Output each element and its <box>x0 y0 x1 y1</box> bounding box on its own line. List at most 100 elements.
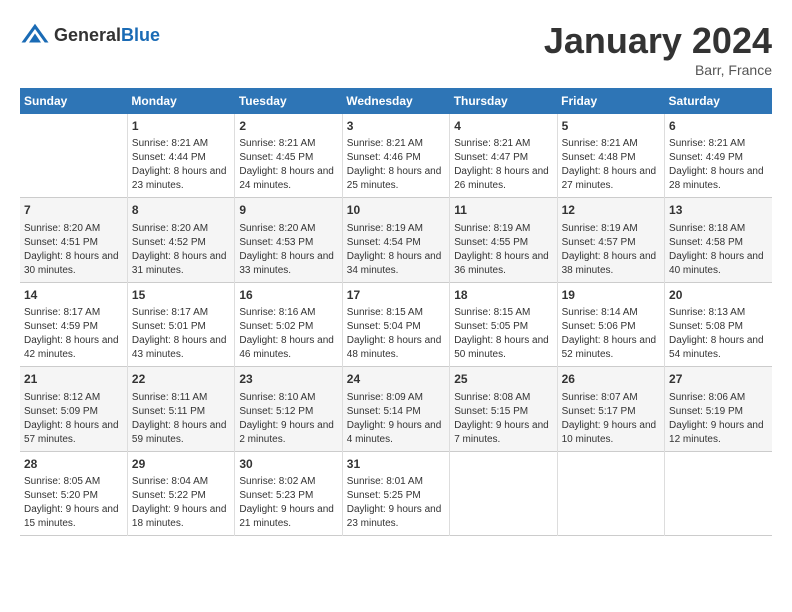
calendar-cell: 26Sunrise: 8:07 AMSunset: 5:17 PMDayligh… <box>557 367 664 451</box>
calendar-table: SundayMondayTuesdayWednesdayThursdayFrid… <box>20 88 772 536</box>
day-number: 15 <box>132 287 230 304</box>
weekday-header-thursday: Thursday <box>450 88 557 114</box>
week-row-2: 7 Sunrise: 8:20 AMSunset: 4:51 PMDaylight… <box>20 198 772 282</box>
calendar-cell: 17Sunrise: 8:15 AMSunset: 5:04 PMDayligh… <box>342 282 449 366</box>
cell-info: Sunrise: 8:21 AMSunset: 4:49 PMDaylight:… <box>669 137 768 193</box>
cell-info: Sunrise: 8:19 AMSunset: 4:55 PMDaylight:… <box>454 222 552 278</box>
cell-info: Sunrise: 8:17 AMSunset: 5:01 PMDaylight:… <box>132 306 230 362</box>
day-number: 12 <box>562 202 660 219</box>
day-number: 7 <box>24 202 123 219</box>
calendar-cell: 13 Sunrise: 8:18 AMSunset: 4:58 PMDayligh… <box>665 198 772 282</box>
cell-info: Sunrise: 8:04 AMSunset: 5:22 PMDaylight:… <box>132 475 230 531</box>
day-number: 29 <box>132 456 230 473</box>
calendar-cell: 14 Sunrise: 8:17 AMSunset: 4:59 PMDayligh… <box>20 282 127 366</box>
cell-info: Sunrise: 8:20 AMSunset: 4:52 PMDaylight:… <box>132 222 230 278</box>
weekday-header-tuesday: Tuesday <box>235 88 342 114</box>
cell-info: Sunrise: 8:14 AMSunset: 5:06 PMDaylight:… <box>562 306 660 362</box>
day-number: 5 <box>562 118 660 135</box>
title-block: January 2024 Barr, France <box>544 20 772 78</box>
cell-info: Sunrise: 8:20 AMSunset: 4:51 PMDaylight:… <box>24 222 123 278</box>
calendar-cell: 27 Sunrise: 8:06 AMSunset: 5:19 PMDayligh… <box>665 367 772 451</box>
day-number: 13 <box>669 202 768 219</box>
cell-info: Sunrise: 8:18 AMSunset: 4:58 PMDaylight:… <box>669 222 768 278</box>
cell-info: Sunrise: 8:21 AMSunset: 4:44 PMDaylight:… <box>132 137 230 193</box>
calendar-cell: 23 Sunrise: 8:10 AMSunset: 5:12 PMDayligh… <box>235 367 342 451</box>
logo-blue: Blue <box>121 25 160 45</box>
day-number: 28 <box>24 456 123 473</box>
calendar-cell: 11 Sunrise: 8:19 AMSunset: 4:55 PMDayligh… <box>450 198 557 282</box>
cell-info: Sunrise: 8:13 AMSunset: 5:08 PMDaylight:… <box>669 306 768 362</box>
day-number: 30 <box>239 456 337 473</box>
day-number: 24 <box>347 371 445 388</box>
cell-info: Sunrise: 8:17 AMSunset: 4:59 PMDaylight:… <box>24 306 123 362</box>
weekday-header-friday: Friday <box>557 88 664 114</box>
cell-info: Sunrise: 8:01 AMSunset: 5:25 PMDaylight:… <box>347 475 445 531</box>
week-row-5: 28Sunrise: 8:05 AMSunset: 5:20 PMDayligh… <box>20 451 772 535</box>
cell-info: Sunrise: 8:19 AMSunset: 4:57 PMDaylight:… <box>562 222 660 278</box>
day-number: 2 <box>239 118 337 135</box>
day-number: 10 <box>347 202 445 219</box>
day-number: 1 <box>132 118 230 135</box>
calendar-cell <box>450 451 557 535</box>
weekday-header-wednesday: Wednesday <box>342 88 449 114</box>
day-number: 25 <box>454 371 552 388</box>
day-number: 18 <box>454 287 552 304</box>
day-number: 8 <box>132 202 230 219</box>
calendar-cell: 6 Sunrise: 8:21 AMSunset: 4:49 PMDaylight… <box>665 114 772 198</box>
cell-info: Sunrise: 8:20 AMSunset: 4:53 PMDaylight:… <box>239 222 337 278</box>
calendar-cell: 12 Sunrise: 8:19 AMSunset: 4:57 PMDayligh… <box>557 198 664 282</box>
calendar-cell <box>20 114 127 198</box>
calendar-cell: 28Sunrise: 8:05 AMSunset: 5:20 PMDayligh… <box>20 451 127 535</box>
calendar-cell: 8 Sunrise: 8:20 AMSunset: 4:52 PMDaylight… <box>127 198 234 282</box>
weekday-header-monday: Monday <box>127 88 234 114</box>
cell-info: Sunrise: 8:15 AMSunset: 5:05 PMDaylight:… <box>454 306 552 362</box>
logo-icon <box>20 20 50 50</box>
calendar-cell: 10 Sunrise: 8:19 AMSunset: 4:54 PMDayligh… <box>342 198 449 282</box>
cell-info: Sunrise: 8:12 AMSunset: 5:09 PMDaylight:… <box>24 391 123 447</box>
calendar-cell: 29 Sunrise: 8:04 AMSunset: 5:22 PMDayligh… <box>127 451 234 535</box>
cell-info: Sunrise: 8:02 AMSunset: 5:23 PMDaylight:… <box>239 475 337 531</box>
cell-info: Sunrise: 8:06 AMSunset: 5:19 PMDaylight:… <box>669 391 768 447</box>
day-number: 9 <box>239 202 337 219</box>
calendar-cell: 22 Sunrise: 8:11 AMSunset: 5:11 PMDayligh… <box>127 367 234 451</box>
month-title: January 2024 <box>544 20 772 62</box>
calendar-cell: 1 Sunrise: 8:21 AMSunset: 4:44 PMDaylight… <box>127 114 234 198</box>
cell-info: Sunrise: 8:10 AMSunset: 5:12 PMDaylight:… <box>239 391 337 447</box>
day-number: 21 <box>24 371 123 388</box>
calendar-cell: 24Sunrise: 8:09 AMSunset: 5:14 PMDayligh… <box>342 367 449 451</box>
logo-general: General <box>54 25 121 45</box>
calendar-cell: 25Sunrise: 8:08 AMSunset: 5:15 PMDayligh… <box>450 367 557 451</box>
cell-info: Sunrise: 8:21 AMSunset: 4:46 PMDaylight:… <box>347 137 445 193</box>
calendar-cell: 3 Sunrise: 8:21 AMSunset: 4:46 PMDaylight… <box>342 114 449 198</box>
day-number: 19 <box>562 287 660 304</box>
calendar-cell: 20 Sunrise: 8:13 AMSunset: 5:08 PMDayligh… <box>665 282 772 366</box>
cell-info: Sunrise: 8:19 AMSunset: 4:54 PMDaylight:… <box>347 222 445 278</box>
day-number: 6 <box>669 118 768 135</box>
calendar-cell: 5 Sunrise: 8:21 AMSunset: 4:48 PMDaylight… <box>557 114 664 198</box>
day-number: 23 <box>239 371 337 388</box>
week-row-1: 1 Sunrise: 8:21 AMSunset: 4:44 PMDaylight… <box>20 114 772 198</box>
day-number: 3 <box>347 118 445 135</box>
day-number: 22 <box>132 371 230 388</box>
calendar-cell: 19 Sunrise: 8:14 AMSunset: 5:06 PMDayligh… <box>557 282 664 366</box>
calendar-cell: 18 Sunrise: 8:15 AMSunset: 5:05 PMDayligh… <box>450 282 557 366</box>
day-number: 16 <box>239 287 337 304</box>
calendar-cell: 16Sunrise: 8:16 AMSunset: 5:02 PMDayligh… <box>235 282 342 366</box>
calendar-cell: 2 Sunrise: 8:21 AMSunset: 4:45 PMDaylight… <box>235 114 342 198</box>
day-number: 27 <box>669 371 768 388</box>
day-number: 26 <box>562 371 660 388</box>
calendar-cell: 31Sunrise: 8:01 AMSunset: 5:25 PMDayligh… <box>342 451 449 535</box>
cell-info: Sunrise: 8:21 AMSunset: 4:45 PMDaylight:… <box>239 137 337 193</box>
calendar-cell: 7 Sunrise: 8:20 AMSunset: 4:51 PMDaylight… <box>20 198 127 282</box>
calendar-cell: 30 Sunrise: 8:02 AMSunset: 5:23 PMDayligh… <box>235 451 342 535</box>
cell-info: Sunrise: 8:11 AMSunset: 5:11 PMDaylight:… <box>132 391 230 447</box>
day-number: 14 <box>24 287 123 304</box>
day-number: 20 <box>669 287 768 304</box>
weekday-header-row: SundayMondayTuesdayWednesdayThursdayFrid… <box>20 88 772 114</box>
cell-info: Sunrise: 8:21 AMSunset: 4:48 PMDaylight:… <box>562 137 660 193</box>
calendar-cell: 15 Sunrise: 8:17 AMSunset: 5:01 PMDayligh… <box>127 282 234 366</box>
location: Barr, France <box>544 62 772 78</box>
day-number: 17 <box>347 287 445 304</box>
day-number: 11 <box>454 202 552 219</box>
page-header: GeneralBlue January 2024 Barr, France <box>20 20 772 78</box>
